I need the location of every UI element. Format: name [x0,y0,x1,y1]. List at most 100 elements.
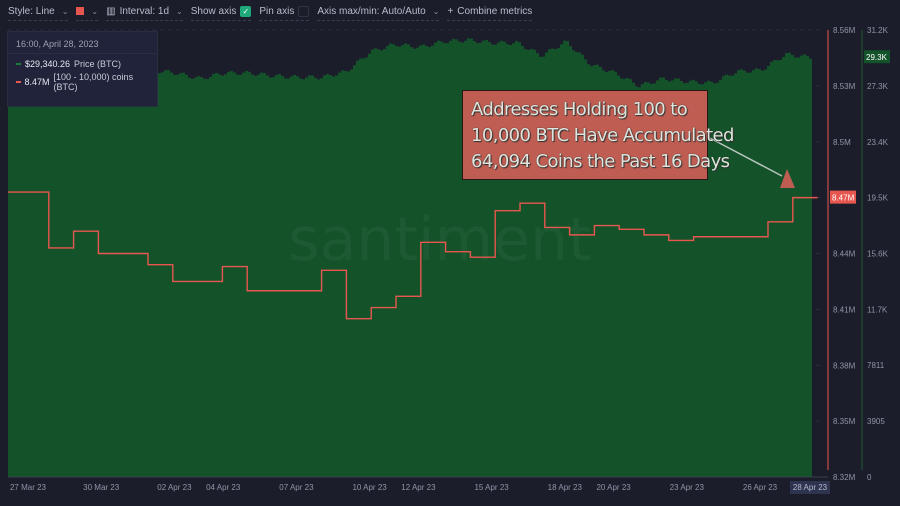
price-bar [290,76,293,477]
price-bar [113,73,116,477]
price-bar [128,70,131,477]
price-bar [41,85,44,478]
y-right-tick-label: 31.2K [867,26,889,35]
price-bar [44,87,47,478]
price-bar [194,77,197,477]
price-bar [110,75,113,477]
legend-value: $29,340.26 [25,59,71,69]
price-bar [38,84,41,478]
price-bar [317,79,320,477]
y-left-tick-label: 8.41M [833,305,856,314]
y-right-tick-label: 23.4K [867,138,889,147]
price-bar [227,71,230,477]
price-bar [332,76,335,477]
legend-item-price: $29,340.26 Price (BTC) [8,56,157,72]
price-bar [134,67,137,477]
x-tick-label: 04 Apr 23 [206,483,241,492]
price-bar [236,74,239,477]
price-bar [74,72,77,478]
price-bar [242,72,245,478]
price-bar [293,74,296,478]
price-bar [14,89,17,478]
price-bar [794,57,797,478]
price-bar [131,68,134,477]
price-bar [797,57,800,477]
price-bar [278,74,281,477]
price-bar [188,77,191,477]
price-bar [95,76,98,477]
price-bar [59,82,62,477]
price-bar [296,76,299,478]
price-bar [308,75,311,478]
price-bar [263,72,266,477]
price-bar [809,58,812,478]
price-bar [743,70,746,477]
price-bar [182,72,185,478]
price-bar [233,72,236,478]
price-bar [56,82,59,477]
annotation-box: Addresses Holding 100 to 10,000 BTC Have… [462,90,734,180]
price-bar [68,75,71,477]
y-right-tick-label: 19.5K [867,194,889,203]
price-bar [167,70,170,477]
y-right-tick-label: 7811 [867,361,885,370]
price-bar [761,70,764,478]
y-right-tick-label: 15.6K [867,250,889,259]
legend-swatch-icon [16,63,21,65]
x-tick-label: 23 Apr 23 [670,483,705,492]
price-bar [257,74,260,478]
price-bar [284,78,287,477]
price-bar [752,70,755,477]
x-tick-label: 30 Mar 23 [83,483,120,492]
price-bar [107,74,110,477]
x-tick-label: 12 Apr 23 [401,483,436,492]
watermark: santiment [288,205,591,275]
price-bar [254,75,257,477]
y-left-tick-label: 8.32M [833,473,856,482]
annotation-line: 10,000 BTC Have Accumulated [471,125,734,146]
price-bar [83,72,86,477]
price-bar [209,76,212,477]
price-bar [215,73,218,478]
y-left-tick-label: 8.44M [833,250,856,259]
price-bar [164,70,167,478]
price-bar [101,73,104,477]
x-tick-label: 18 Apr 23 [548,483,583,492]
price-bar [803,54,806,478]
x-cursor-label: 28 Apr 23 [793,483,828,492]
price-bar [17,88,20,477]
price-bar [8,85,11,478]
price-bar [92,75,95,477]
price-bar [185,74,188,477]
price-bar [155,71,158,478]
legend-value: 8.47M [24,77,50,87]
price-bar [746,72,749,477]
price-bar [224,74,227,477]
price-bar [239,74,242,477]
price-bar [734,73,737,477]
legend-date: 16:00, April 28, 2023 [8,32,157,54]
price-bar [266,75,269,478]
y-left-tick-label: 8.35M [833,417,856,426]
price-bar [791,54,794,477]
price-bar [98,75,101,478]
price-bar [740,69,743,477]
price-bar [314,77,317,478]
price-bar [197,76,200,478]
price-bar [329,75,332,477]
y-left-tick-label: 8.53M [833,82,856,91]
price-bar [86,71,89,477]
price-bar [305,77,308,477]
price-bar [149,68,152,478]
price-bar [29,89,32,478]
price-bar [218,74,221,477]
price-bar [248,71,251,478]
price-bar [32,88,35,477]
price-bar [50,86,53,477]
x-tick-label: 26 Apr 23 [743,483,778,492]
legend-label: Price (BTC) [74,59,122,69]
legend-swatch-icon [16,81,21,83]
price-bar [299,78,302,477]
annotation-line: Addresses Holding 100 to [471,99,688,120]
price-bar [302,79,305,477]
